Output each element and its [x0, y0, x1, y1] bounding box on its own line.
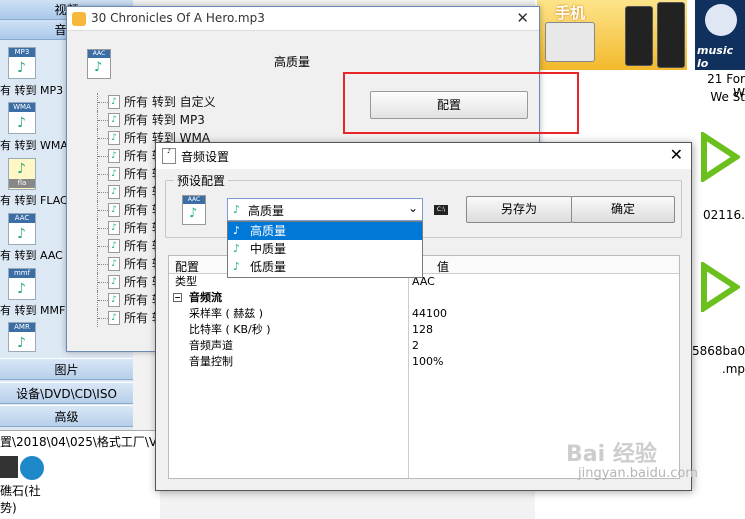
dropdown-option-high[interactable]: ♪ 高质量: [228, 222, 422, 240]
phone-banner: 手机: [537, 0, 687, 70]
collapse-icon[interactable]: −: [173, 293, 182, 302]
sidebar-button-advanced[interactable]: 高级: [0, 405, 133, 427]
grid-row[interactable]: 比特率 ( KB/秒 ) 128: [169, 322, 679, 338]
desktop-file-label[interactable]: 礁石(社: [0, 482, 41, 499]
wma-format-icon[interactable]: WMA ♪: [8, 102, 36, 134]
dropdown-option-medium[interactable]: ♪ 中质量: [228, 240, 422, 258]
audio-settings-icon: ♪: [162, 148, 176, 164]
mp3-format-icon[interactable]: MP3 ♪: [8, 47, 36, 79]
audio-dialog-title: 音频设置: [181, 150, 230, 164]
tree-item[interactable]: ♪ 所有 转到 自定义: [97, 93, 267, 111]
output-path[interactable]: 置\2018\04\025\格式工厂\VOB: [0, 430, 160, 452]
sidebar-item-wma[interactable]: 有 转到 WMA: [0, 137, 70, 153]
mmf-format-icon[interactable]: mmf ♪: [8, 268, 36, 300]
play-file-icon[interactable]: [700, 262, 740, 312]
desktop-file-label[interactable]: 5868ba0: [692, 344, 745, 358]
play-file-icon[interactable]: [700, 132, 740, 182]
save-as-button[interactable]: 另存为: [466, 196, 572, 223]
command-line-icon[interactable]: C:\: [434, 205, 448, 215]
sidebar-button-device[interactable]: 设备\DVD\CD\ISO: [0, 382, 133, 404]
chevron-down-icon[interactable]: ⌄: [408, 201, 418, 215]
music-note-icon: ♪: [233, 203, 241, 216]
grid-row[interactable]: 采样率 ( 赫兹 ) 44100: [169, 306, 679, 322]
phone-image: [545, 22, 595, 62]
preset-dropdown: ♪ 高质量 ♪ 中质量 ♪ 低质量: [227, 221, 423, 278]
watermark-url: jingyan.baidu.com: [578, 466, 698, 481]
grid-header-key: 配置: [175, 260, 200, 274]
app-icon: [72, 12, 86, 26]
desktop-file-label[interactable]: .mp: [700, 362, 745, 376]
phone-image: [657, 2, 685, 68]
grid-row[interactable]: 音量控制 100%: [169, 354, 679, 370]
tree-item[interactable]: ♪ 所有 转到 MP3: [97, 111, 267, 129]
dropdown-option-low[interactable]: ♪ 低质量: [228, 258, 422, 276]
quality-label: 高质量: [274, 55, 311, 69]
close-icon[interactable]: ✕: [516, 9, 529, 27]
audio-dialog-titlebar: ♪ 音频设置 ✕: [156, 143, 691, 169]
desktop-file-label[interactable]: We St: [696, 90, 745, 104]
sidebar-item-mmf[interactable]: 有 转到 MMF: [0, 302, 70, 318]
format-window-title: 30 Chronicles Of A Hero.mp3: [91, 11, 265, 25]
desktop-bottom-left: 礁石(社 势): [0, 452, 160, 519]
preset-select[interactable]: ♪ 高质量 ⌄: [227, 198, 423, 221]
music-logo: music lo: [695, 0, 745, 70]
phone-image: [625, 6, 653, 66]
flac-format-icon[interactable]: fla ♪: [8, 158, 36, 190]
amr-format-icon[interactable]: AMR ♪: [8, 322, 36, 352]
aac-format-icon: AAC ♪: [182, 195, 206, 225]
grid-row[interactable]: 音频声道 2: [169, 338, 679, 354]
logo-circle-icon: [705, 4, 737, 36]
file-thumbnail[interactable]: [0, 456, 18, 478]
format-window-titlebar: 30 Chronicles Of A Hero.mp3 ✕: [67, 7, 539, 31]
desktop-file-label[interactable]: 势): [0, 499, 17, 516]
sidebar-item-aac[interactable]: 有 转到 AAC: [0, 247, 70, 263]
aac-format-icon: AAC ♪: [87, 49, 111, 79]
aac-format-icon[interactable]: AAC ♪: [8, 213, 36, 245]
phone-banner-title: 手机: [555, 4, 586, 22]
highlight-box: [343, 72, 579, 134]
music-logo-text: music lo: [697, 44, 734, 70]
preset-select-value: 高质量: [248, 204, 285, 218]
sidebar-item-mp3[interactable]: 有 转到 MP3: [0, 82, 70, 98]
close-icon[interactable]: ✕: [670, 145, 683, 164]
ok-button[interactable]: 确定: [571, 196, 675, 223]
desktop-file-label[interactable]: 02116.: [700, 208, 745, 222]
watermark-logo: Bai 经验: [566, 442, 657, 467]
grid-group-row[interactable]: − 音频流: [169, 290, 679, 306]
sidebar-item-flac[interactable]: 有 转到 FLAC: [0, 192, 70, 208]
media-player-icon[interactable]: [20, 456, 44, 480]
preset-legend: 预设配置: [174, 172, 229, 189]
grid-header-value: 值: [437, 260, 450, 274]
sidebar-button-image[interactable]: 图片: [0, 358, 133, 380]
